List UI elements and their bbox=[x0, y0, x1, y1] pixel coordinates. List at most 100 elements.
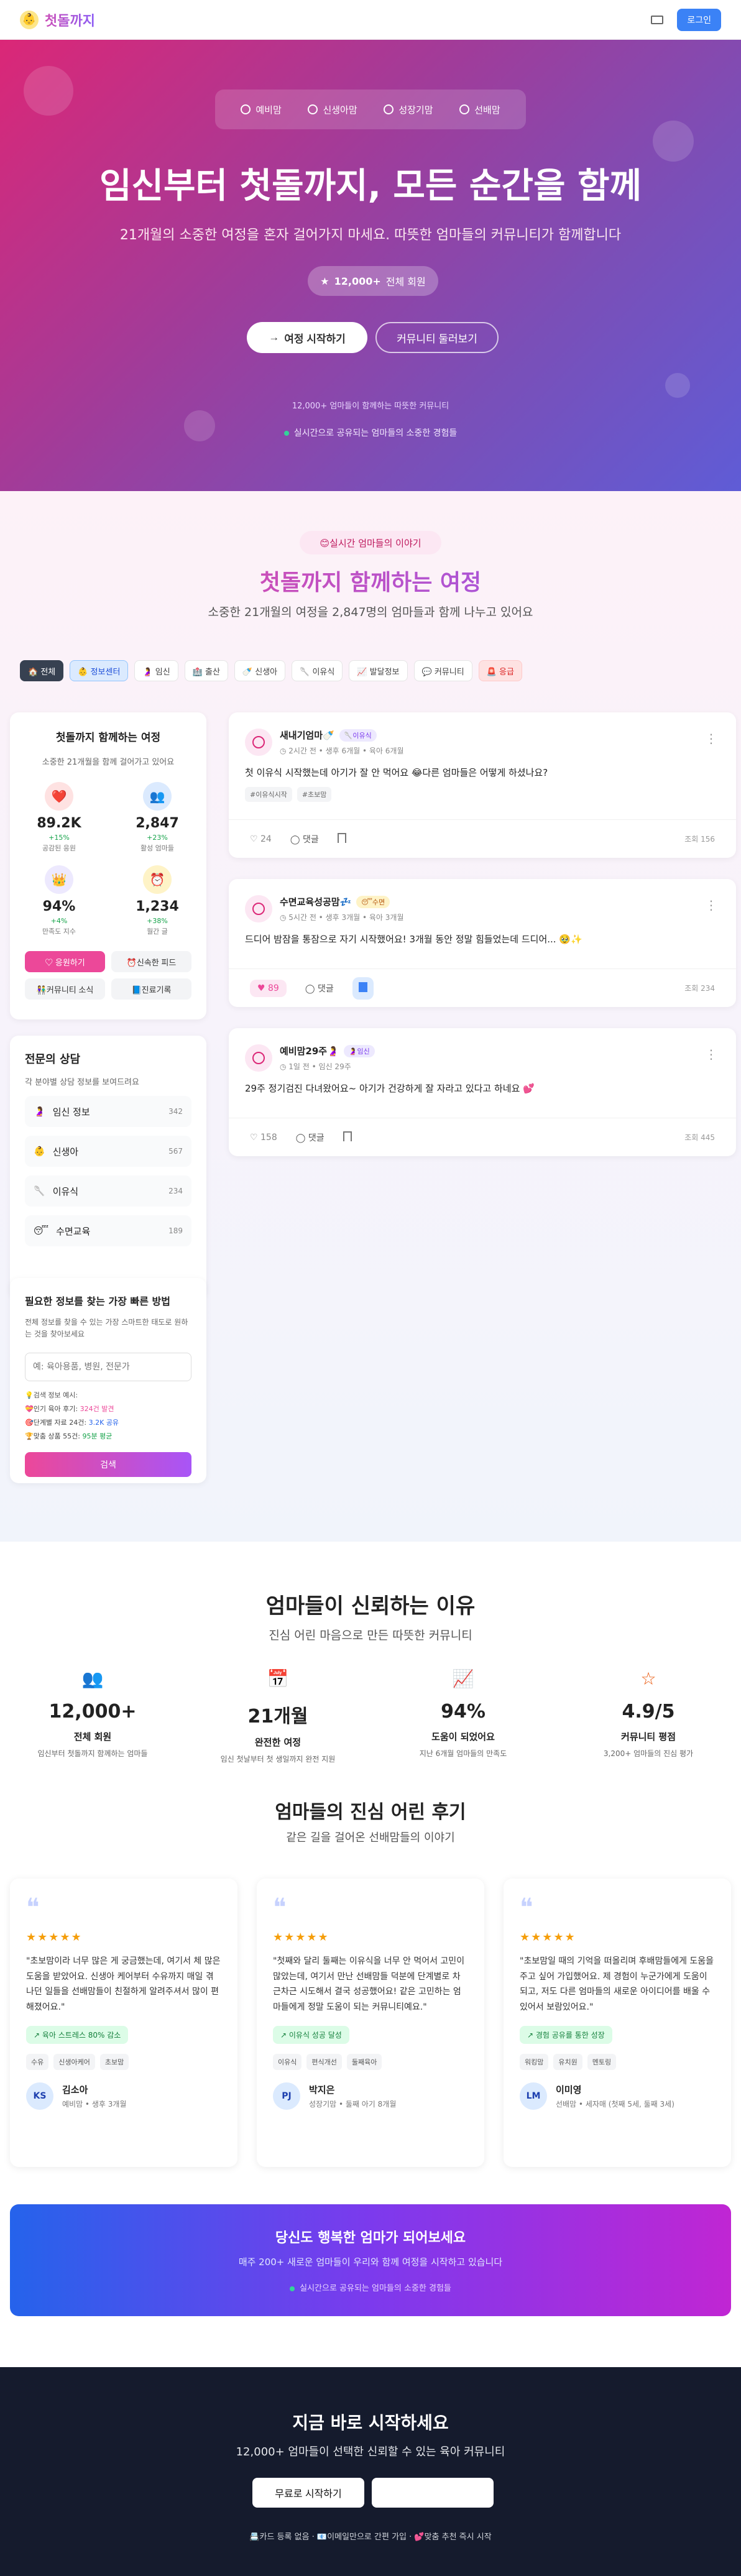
trust-section: 엄마들이 신뢰하는 이유 진심 어린 마음으로 만든 따뜻한 커뮤니티 👥 12,… bbox=[0, 1542, 741, 2203]
expert-count: 189 bbox=[168, 1226, 183, 1235]
post-card[interactable]: 새내기엄마🍼 🥄이유식 ◷ 2시간 전 • 생후 6개월 • 육아 6개월 ⋮ 첫 … bbox=[229, 712, 736, 858]
tab-baby-food[interactable]: 🥄 이유식 bbox=[292, 660, 343, 681]
hashtag[interactable]: #이유식시작 bbox=[245, 787, 292, 802]
bookmark-icon bbox=[337, 832, 346, 843]
tab-emergency[interactable]: 🚨 응급 bbox=[478, 660, 522, 681]
tab-birth[interactable]: 🏥 출산 bbox=[184, 660, 228, 681]
like-button[interactable]: ♡ 158 bbox=[250, 1133, 277, 1143]
live-dot-icon bbox=[290, 2286, 295, 2291]
browse-community-button[interactable]: 커뮤니티 둘러보기 bbox=[375, 322, 499, 353]
stat-label: 전체 회원 bbox=[73, 1731, 112, 1742]
review-tag: 유치원 bbox=[553, 2054, 582, 2070]
member-badge: ★ 12,000+ 전체 회원 bbox=[308, 266, 438, 296]
avatar bbox=[245, 729, 272, 756]
stat-value: 1,234 bbox=[136, 899, 179, 914]
post-card[interactable]: 수면교육성공맘💤 😴수면 ◷ 5시간 전 • 생후 3개월 • 육아 3개월 ⋮ 드… bbox=[229, 879, 736, 1007]
community-news-button[interactable]: 👫커뮤니티 소식 bbox=[25, 978, 105, 1000]
stage-label: 예비맘 bbox=[255, 104, 282, 116]
trust-stat: ☆ 4.9/5 커뮤니티 평점 3,200+ 엄마들의 진심 평가 bbox=[556, 1668, 741, 1759]
stat-value: 12,000+ bbox=[48, 1701, 137, 1723]
live-indicator: 실시간으로 공유되는 엄마들의 소중한 경험들 bbox=[0, 426, 741, 439]
section-title: 첫돌까지 함께하는 여정 bbox=[0, 564, 741, 597]
more-options-icon[interactable]: ⋮ bbox=[705, 731, 717, 746]
tab-pregnancy[interactable]: 🤰 임신 bbox=[134, 660, 178, 681]
review-card: ❝ ★★★★★ "첫째와 달리 둘째는 이유식을 너무 안 먹어서 고민이 많았… bbox=[257, 1879, 484, 2167]
bookmark-button[interactable] bbox=[343, 1131, 352, 1144]
card-title: 첫돌까지 함께하는 여정 bbox=[55, 732, 161, 744]
tab-all[interactable]: 🏠 전체 bbox=[20, 660, 64, 681]
bookmark-button[interactable] bbox=[337, 832, 346, 845]
stage-nav-item[interactable]: 선배맘 bbox=[459, 103, 500, 116]
logo[interactable]: 👶 첫돌까지 bbox=[20, 10, 95, 30]
clock-icon: ◷ bbox=[280, 747, 289, 755]
stat-cheers: ❤️ 89.2K +15% 공감된 응원 bbox=[10, 782, 108, 853]
view-count: 조회 156 bbox=[684, 835, 715, 844]
search-input[interactable] bbox=[25, 1353, 191, 1382]
free-start-button[interactable]: 무료로 시작하기 bbox=[252, 2478, 364, 2508]
comment-button[interactable]: ◯ 댓글 bbox=[290, 833, 319, 845]
expert-item-sleep[interactable]: 😴 수면교육 189 bbox=[25, 1215, 191, 1246]
stat-satisfaction: 👑 94% +4% 만족도 지수 bbox=[10, 865, 108, 936]
stat-label: 만족도 지수 bbox=[42, 927, 76, 936]
tab-development[interactable]: 📈 발달정보 bbox=[349, 660, 408, 681]
footer-features: 📇카드 등록 없음 · 📧이메일만으로 간편 가입 · 💕맞춤 추천 즉시 시작 bbox=[249, 2532, 492, 2542]
stat-value: 21개월 bbox=[247, 1706, 308, 1727]
tab-info[interactable]: 👶 정보센터 bbox=[70, 660, 129, 681]
bookmark-button[interactable] bbox=[352, 977, 374, 1000]
stage-nav-item[interactable]: 예비맘 bbox=[241, 103, 282, 116]
expert-count: 342 bbox=[168, 1107, 183, 1116]
review-tag: 수유 bbox=[26, 2054, 49, 2070]
reviewer-name: 김소아 bbox=[62, 2084, 88, 2095]
star-icon: ★ bbox=[320, 275, 329, 287]
review-card: ❝ ★★★★★ "초보맘이라 너무 많은 게 궁금했는데, 여기서 체 많은 도… bbox=[10, 1879, 237, 2167]
stat-value: 94% bbox=[42, 899, 76, 914]
crown-icon: 👑 bbox=[45, 865, 73, 894]
clock-icon: ◷ bbox=[280, 1062, 289, 1071]
avatar: KS bbox=[26, 2082, 53, 2110]
stat-delta: +38% bbox=[147, 917, 168, 925]
quote-icon: ❝ bbox=[26, 1893, 40, 1922]
stat-label: 공감된 응원 bbox=[42, 844, 76, 852]
expert-item-baby-food[interactable]: 🥄 이유식 234 bbox=[25, 1175, 191, 1207]
users-icon bbox=[459, 104, 470, 114]
like-button[interactable]: ♡ 24 bbox=[250, 834, 272, 844]
medical-records-button[interactable]: 📘진료기록 bbox=[111, 978, 191, 1000]
stat-delta: +4% bbox=[50, 917, 68, 925]
decor-bubble bbox=[653, 121, 694, 162]
post-card[interactable]: 예비맘29주🤰 🤰임신 ◷ 1일 전 • 임신 29주 ⋮ 29주 정기검진 다녀왔… bbox=[229, 1028, 736, 1156]
tip-highlight: 3.2K 공유 bbox=[88, 1419, 119, 1427]
expert-label: 신생아 bbox=[52, 1146, 79, 1157]
like-button[interactable]: ♥ 89 bbox=[250, 979, 287, 997]
secondary-cta-button[interactable] bbox=[372, 2478, 494, 2508]
bookmark-icon bbox=[343, 1131, 352, 1141]
stage-nav-item[interactable]: 성장기맘 bbox=[384, 103, 433, 116]
more-options-icon[interactable]: ⋮ bbox=[705, 898, 717, 913]
login-button[interactable]: 로그인 bbox=[677, 8, 721, 31]
tab-newborn[interactable]: 🍼 신생아 bbox=[234, 660, 286, 681]
arrow-right-icon: → bbox=[269, 331, 280, 343]
search-button[interactable]: 검색 bbox=[25, 1452, 191, 1478]
trust-stat: 📅 21개월 완전한 여정 임신 첫날부터 첫 생일까지 완전 지원 bbox=[185, 1668, 370, 1764]
comment-button[interactable]: ◯ 댓글 bbox=[305, 982, 334, 995]
stage-label: 성장기맘 bbox=[398, 104, 433, 116]
stage-nav-item[interactable]: 신생아맘 bbox=[308, 103, 357, 116]
expert-item-newborn[interactable]: 👶 신생아 567 bbox=[25, 1136, 191, 1167]
hero-caption: 12,000+ 엄마들이 함께하는 따뜻한 커뮤니티 bbox=[292, 402, 449, 411]
stat-desc: 임신 첫날부터 첫 생일까지 완전 지원 bbox=[220, 1755, 336, 1764]
more-options-icon[interactable]: ⋮ bbox=[705, 1047, 717, 1062]
quote-icon: ❝ bbox=[520, 1893, 533, 1922]
cta-banner: 당신도 행복한 엄마가 되어보세요 매주 200+ 새로운 엄마들이 우리와 함… bbox=[10, 2204, 731, 2316]
tip-text: 🏆맞춤 상품 55건: bbox=[25, 1432, 83, 1441]
stage-nav: 예비맘 신생아맘 성장기맘 선배맘 bbox=[215, 90, 526, 129]
monitor-icon[interactable] bbox=[651, 15, 664, 24]
rating-stars: ★★★★★ bbox=[26, 1931, 83, 1944]
tip-item: 🏆맞춤 상품 55건: 95분 평균 bbox=[25, 1431, 191, 1441]
cheer-button[interactable]: ♡ 응원하기 bbox=[25, 951, 105, 972]
tab-community[interactable]: 💬 커뮤니티 bbox=[413, 660, 472, 681]
hashtag[interactable]: #초보맘 bbox=[297, 787, 332, 802]
expert-item-pregnancy[interactable]: 🤰 임신 정보 342 bbox=[25, 1096, 191, 1127]
start-journey-button[interactable]: → 여정 시작하기 bbox=[247, 322, 367, 353]
comment-button[interactable]: ◯ 댓글 bbox=[296, 1131, 324, 1144]
quick-feed-button[interactable]: ⏰신속한 피드 bbox=[111, 951, 191, 972]
review-tag: 초보맘 bbox=[99, 2054, 129, 2070]
